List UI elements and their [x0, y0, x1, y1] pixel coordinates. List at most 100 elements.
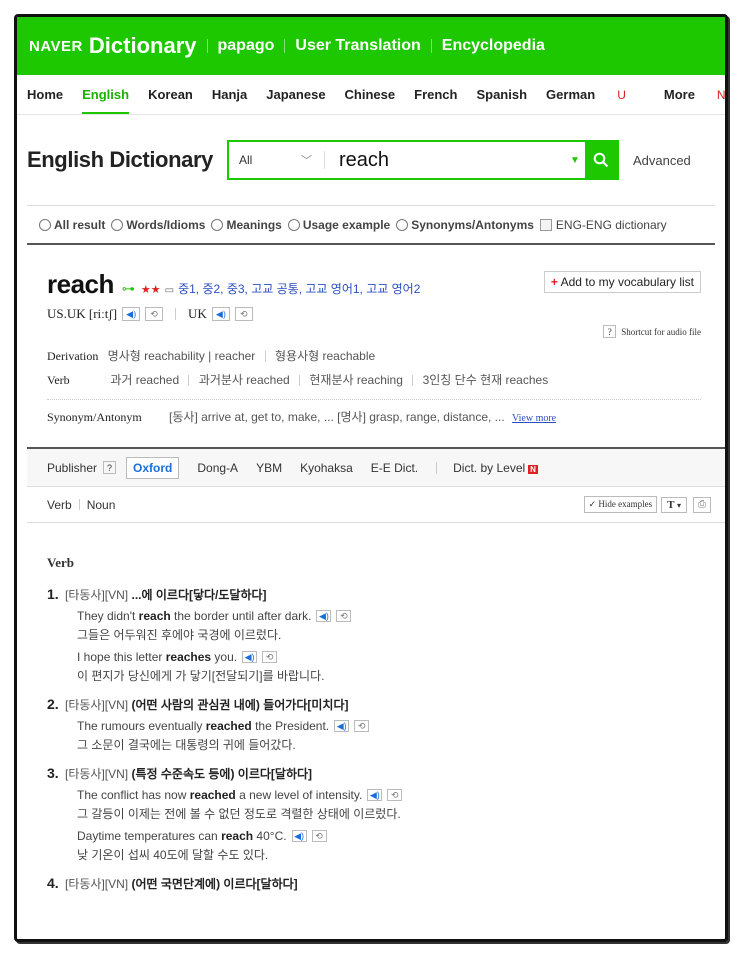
publisher-tab-ee-dict[interactable]: E-E Dict. [371, 461, 418, 475]
tab-spanish[interactable]: Spanish [476, 75, 527, 114]
new-badge: N [716, 88, 726, 102]
speaker-icon[interactable]: ◀) [334, 720, 350, 732]
third-person-form[interactable]: 3인칭 단수 현재 reaches [423, 373, 549, 387]
shortcut-label: Shortcut for audio file [621, 326, 701, 337]
publisher-label: Publisher [47, 460, 98, 475]
filter-synonyms[interactable]: Synonyms/Antonyms [396, 218, 534, 232]
category-select[interactable]: All ﹀ [229, 151, 325, 169]
speaker-icon[interactable]: ◀) [211, 307, 230, 321]
example-keyword: reach [138, 609, 171, 623]
past-form[interactable]: 과거 reached [110, 373, 179, 387]
filter-words[interactable]: Words/Idioms [111, 218, 205, 232]
audio-shortcut[interactable]: ? Shortcut for audio file [603, 325, 701, 338]
filter-usage[interactable]: Usage example [287, 218, 390, 232]
present-participle-form[interactable]: 현재분사 reaching [309, 373, 403, 387]
encyclopedia-link[interactable]: Encyclopedia [442, 37, 545, 55]
derivation-adj[interactable]: 형용사형 reachable [275, 349, 375, 363]
papago-link[interactable]: papago [218, 37, 275, 55]
derivation-label: Derivation [47, 349, 99, 363]
past-participle-form[interactable]: 과거분사 reached [199, 373, 290, 387]
pos-heading: Verb [47, 555, 74, 570]
speaker-icon[interactable]: ◀) [367, 789, 383, 801]
publisher-tab-ybm[interactable]: YBM [256, 461, 282, 475]
language-tabs: Home English Korean Hanja Japanese Chine… [17, 75, 725, 115]
sense-definition: 1. [타동사][VN] ...에 이르다[닿다/도달하다] [47, 586, 725, 603]
tab-japanese[interactable]: Japanese [266, 75, 325, 114]
radio-icon [111, 218, 124, 231]
tab-french[interactable]: French [414, 75, 457, 114]
view-more-link[interactable]: View more [512, 413, 556, 424]
search-icon [593, 152, 609, 168]
advanced-search-link[interactable]: Advanced [633, 153, 691, 168]
tab-korean[interactable]: Korean [148, 75, 193, 114]
filter-meanings[interactable]: Meanings [211, 217, 282, 232]
pos-tab-noun[interactable]: Noun [87, 498, 116, 512]
tab-home[interactable]: Home [27, 75, 63, 114]
help-icon[interactable]: ? [103, 461, 117, 474]
hide-examples-button[interactable]: ✓ Hide examples [583, 496, 658, 513]
example-keyword: reached [189, 788, 236, 802]
sense-meaning: (특정 수준속도 등에) 이르다[달하다] [131, 767, 313, 781]
global-nav: NAVER Dictionary papago User Translation… [17, 17, 725, 75]
sense-list: Verb 1. [타동사][VN] ...에 이르다[닿다/도달하다] They … [27, 523, 725, 892]
speaker-icon[interactable]: ◀) [122, 307, 141, 321]
search-input[interactable]: reach [325, 149, 565, 172]
example-korean: 그 소문이 결국에는 대통령의 귀에 들어갔다. [77, 738, 296, 752]
repeat-icon[interactable]: ⟲ [311, 830, 327, 842]
speaker-icon[interactable]: ◀) [291, 830, 307, 842]
grammar-tag: [타동사][VN] [65, 698, 129, 712]
sense-meaning: ...에 이르다[닿다/도달하다] [131, 588, 267, 602]
filter-meanings-label: Meanings [226, 217, 282, 232]
tab-chinese[interactable]: Chinese [345, 75, 396, 114]
sense-number: 4. [47, 875, 59, 891]
tab-english[interactable]: English [82, 75, 129, 114]
divider [78, 499, 80, 510]
filter-engeng[interactable]: ENG-ENG dictionary [539, 218, 667, 232]
divider [430, 39, 432, 53]
repeat-icon[interactable]: ⟲ [262, 651, 278, 663]
book-icon: ▭ [164, 285, 175, 296]
radio-icon [287, 218, 300, 231]
verb-forms-row: Verb 과거 reached 과거분사 reached 현재분사 reachi… [47, 368, 701, 392]
publisher-tab-donga[interactable]: Dong-A [197, 461, 238, 475]
add-vocab-button[interactable]: + Add to my vocabulary list [543, 271, 701, 293]
search-box: All ﹀ reach ▼ [226, 140, 619, 180]
school-levels[interactable]: 중1, 중2, 중3, 고교 공통, 고교 영어1, 고교 영어2 [178, 280, 420, 297]
divider [175, 308, 177, 320]
sense-item: 3. [타동사][VN] (특정 수준속도 등에) 이르다[달하다] The co… [47, 765, 725, 863]
divider [284, 39, 286, 53]
repeat-icon[interactable]: ⟲ [145, 307, 164, 321]
publisher-tab-kyohaksa[interactable]: Kyohaksa [300, 461, 353, 475]
user-translation-link[interactable]: User Translation [295, 37, 420, 55]
new-badge: N [528, 464, 538, 474]
plus-icon: + [550, 275, 558, 289]
dictionary-logo[interactable]: Dictionary [89, 33, 197, 59]
tab-german[interactable]: German U [546, 75, 645, 114]
publisher-tab-oxford[interactable]: Oxford [126, 456, 180, 479]
filter-words-label: Words/Idioms [126, 217, 206, 232]
tab-hanja[interactable]: Hanja [212, 75, 247, 114]
repeat-icon[interactable]: ⟲ [336, 610, 352, 622]
derivation-noun[interactable]: 명사형 reachability | reacher [108, 349, 256, 363]
font-size-label: T [667, 498, 675, 511]
filter-all[interactable]: All result [39, 218, 105, 232]
print-icon[interactable]: ⎙ [693, 496, 711, 513]
example-korean: 낮 기온이 섭씨 40도에 달할 수도 있다. [77, 848, 269, 862]
example-korean: 그 갈등이 이제는 전에 볼 수 없던 정도로 격렬한 상태에 이르렀다. [77, 807, 401, 821]
repeat-icon[interactable]: ⟲ [387, 789, 403, 801]
repeat-icon[interactable]: ⟲ [234, 307, 253, 321]
search-button[interactable] [584, 142, 617, 178]
example: The rumours eventually reached the Presi… [63, 719, 725, 753]
pos-tab-verb[interactable]: Verb [47, 498, 72, 512]
speaker-icon[interactable]: ◀) [316, 610, 332, 622]
example-keyword: reaches [165, 650, 212, 664]
tab-more[interactable]: MoreN▾ [664, 75, 726, 114]
divider [264, 351, 266, 363]
naver-logo[interactable]: NAVER [29, 38, 83, 55]
repeat-icon[interactable]: ⟲ [354, 720, 370, 732]
filter-synonyms-label: Synonyms/Antonyms [411, 217, 534, 232]
font-size-button[interactable]: T ▾ [661, 496, 687, 513]
autocomplete-toggle-icon[interactable]: ▼ [565, 155, 585, 166]
dict-by-level-tab[interactable]: Dict. by Level N [453, 461, 538, 475]
speaker-icon[interactable]: ◀) [242, 651, 258, 663]
